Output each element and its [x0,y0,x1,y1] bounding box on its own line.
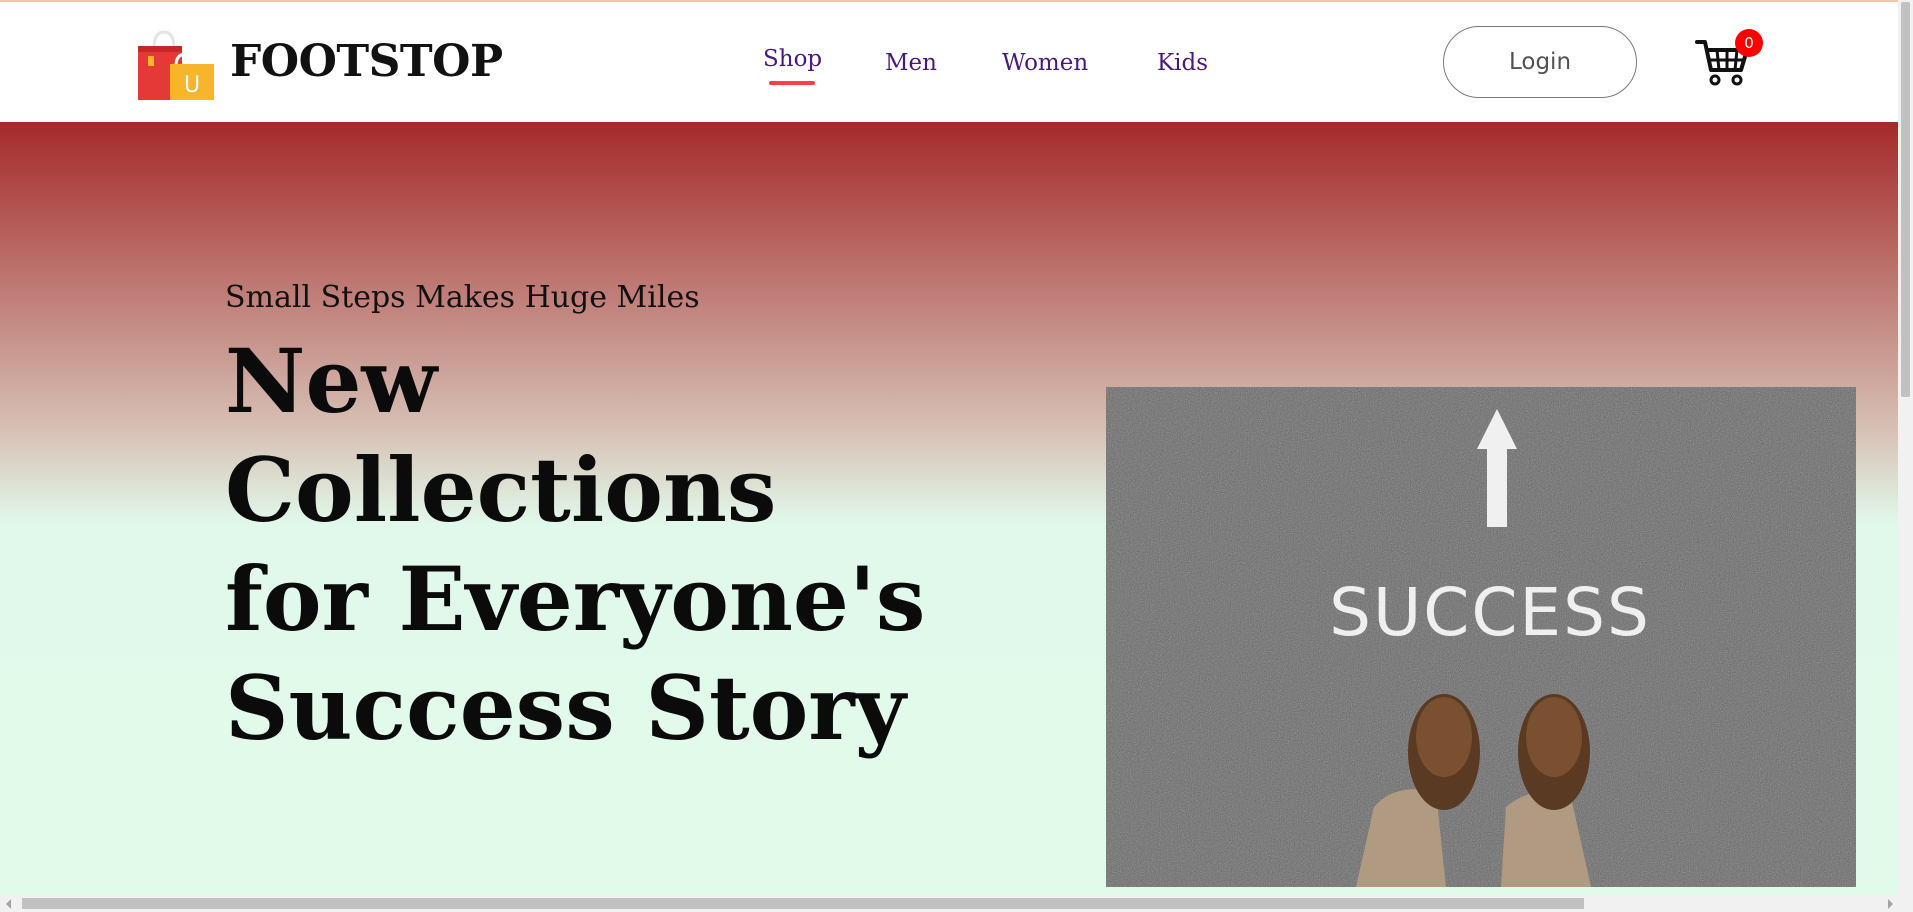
vertical-scrollbar[interactable] [1898,0,1913,895]
horizontal-scroll-thumb[interactable] [22,898,1584,909]
hero-title-line: for Everyone's [225,547,926,651]
navbar: U FOOTSTOP Shop Men Women Kids Login 0 [0,2,1898,122]
hero-image: SUCCESS [1106,387,1856,887]
hero-title-line: New [225,329,438,433]
nav-women[interactable]: Women [1002,50,1088,76]
nav-active-indicator [769,81,815,85]
hero-title-line: Collections [225,438,777,542]
nav-kids[interactable]: Kids [1157,50,1208,76]
shopping-bag-icon[interactable]: U [136,26,216,102]
hero-section: Small Steps Makes Huge Miles New Collect… [0,122,1898,895]
horizontal-scrollbar[interactable] [0,895,1913,912]
image-success-text: SUCCESS [1329,574,1651,651]
cart-count-badge: 0 [1735,29,1763,57]
hero-subtitle: Small Steps Makes Huge Miles [225,280,700,315]
nav-shop[interactable]: Shop [763,46,822,72]
nav-men[interactable]: Men [885,50,937,76]
scroll-right-icon[interactable] [1888,899,1893,909]
logo-letter: U [184,73,200,98]
brand-name[interactable]: FOOTSTOP [230,36,503,87]
hero-title-line: Success Story [225,656,906,760]
scroll-left-icon[interactable] [6,899,11,909]
vertical-scroll-thumb[interactable] [1901,2,1910,397]
hero-title: New Collections for Everyone's Success S… [225,327,945,763]
login-button[interactable]: Login [1443,26,1637,98]
